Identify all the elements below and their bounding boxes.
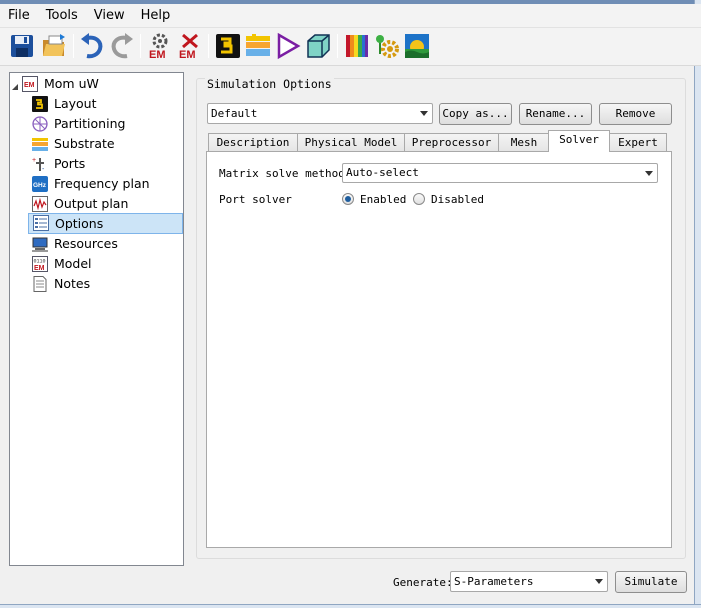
tree-item-label: Notes	[54, 276, 91, 291]
tree-item-label: Resources	[54, 236, 118, 251]
tree-item-options[interactable]: Options	[28, 213, 183, 234]
copy-as-button[interactable]: Copy as...	[439, 103, 512, 125]
layout-tool-icon[interactable]	[214, 32, 242, 60]
save-icon[interactable]	[8, 32, 36, 60]
redo-icon[interactable]	[108, 32, 136, 60]
gear-plant-icon[interactable]	[373, 32, 401, 60]
project-tree: EM Mom uW Layout Partitioning Substrate …	[9, 72, 184, 566]
em-settings-icon[interactable]: EM	[146, 32, 174, 60]
options-icon	[33, 215, 49, 231]
tab-expert[interactable]: Expert	[609, 133, 667, 152]
svg-text:EM: EM	[24, 82, 35, 89]
svg-text:-: -	[42, 166, 45, 172]
tree-root-label: Mom uW	[44, 76, 99, 91]
svg-text:EM: EM	[179, 49, 196, 60]
substrate-icon	[32, 136, 48, 152]
open-icon[interactable]	[40, 32, 68, 60]
menu-help[interactable]: Help	[133, 4, 179, 28]
tree-item-notes[interactable]: Notes	[32, 274, 182, 294]
radio-selected-dot	[345, 196, 351, 202]
matrix-solve-label: Matrix solve method	[219, 167, 345, 180]
model-icon: 0110 EM	[32, 256, 48, 272]
svg-text:+: +	[32, 157, 36, 164]
generate-label: Generate:	[393, 576, 453, 589]
port-solver-enabled-label[interactable]: Enabled	[360, 193, 406, 206]
tree-item-label: Model	[54, 256, 92, 271]
svg-text:0110: 0110	[34, 259, 46, 265]
window-right-border	[694, 0, 701, 608]
menu-bar: File Tools View Help	[0, 4, 701, 28]
profile-select[interactable]: Default	[207, 103, 433, 124]
substrate-tool-icon[interactable]	[244, 32, 272, 60]
layout-icon	[32, 96, 48, 112]
port-tool-icon[interactable]	[274, 32, 302, 60]
tree-item-output-plan[interactable]: Output plan	[32, 194, 182, 214]
svg-text:EM: EM	[34, 265, 45, 272]
generate-select-value: S-Parameters	[454, 575, 534, 588]
chevron-down-icon	[420, 111, 428, 116]
tree-item-resources[interactable]: Resources	[32, 234, 182, 254]
spectrum-icon[interactable]	[343, 32, 371, 60]
tree-item-frequency-plan[interactable]: GHz Frequency plan	[32, 174, 182, 194]
matrix-solve-value: Auto-select	[346, 166, 419, 179]
tree-root-mom-uw[interactable]: EM Mom uW	[22, 74, 182, 94]
tree-item-label: Ports	[54, 156, 86, 171]
rename-button[interactable]: Rename...	[519, 103, 592, 125]
em-clear-icon[interactable]: EM	[176, 32, 204, 60]
port-solver-disabled-label[interactable]: Disabled	[431, 193, 484, 206]
output-plan-icon	[32, 196, 48, 212]
toolbar: EM EM	[0, 28, 701, 66]
tree-item-substrate[interactable]: Substrate	[32, 134, 182, 154]
tree-item-label: Layout	[54, 96, 97, 111]
tab-mesh[interactable]: Mesh	[498, 133, 550, 152]
tree-item-label: Output plan	[54, 196, 129, 211]
tree-item-ports[interactable]: + - Ports	[32, 154, 182, 174]
sunrise-icon[interactable]	[403, 32, 431, 60]
em-project-icon: EM	[22, 76, 38, 92]
partitioning-icon	[32, 116, 48, 132]
tree-expander-icon[interactable]	[12, 80, 19, 90]
tree-item-label: Options	[55, 216, 104, 231]
tree-item-partitioning[interactable]: Partitioning	[32, 114, 182, 134]
svg-text:GHz: GHz	[33, 182, 47, 189]
menu-file[interactable]: File	[0, 4, 38, 28]
tree-item-label: Substrate	[54, 136, 115, 151]
undo-icon[interactable]	[78, 32, 106, 60]
port-solver-disabled-radio[interactable]	[413, 193, 425, 205]
profile-select-value: Default	[211, 107, 258, 120]
box-3d-icon[interactable]	[304, 32, 332, 60]
tab-preprocessor[interactable]: Preprocessor	[404, 133, 499, 152]
chevron-down-icon	[645, 171, 653, 176]
tab-solver[interactable]: Solver	[548, 130, 610, 152]
tree-item-model[interactable]: 0110 EM Model	[32, 254, 182, 274]
ghz-icon: GHz	[32, 176, 48, 192]
matrix-solve-select[interactable]: Auto-select	[342, 163, 658, 183]
tree-item-label: Frequency plan	[54, 176, 150, 191]
simulate-button[interactable]: Simulate	[615, 571, 687, 593]
svg-text:EM: EM	[149, 49, 166, 60]
menu-tools[interactable]: Tools	[38, 4, 86, 28]
tab-physical-model[interactable]: Physical Model	[297, 133, 405, 152]
window-bottom-border	[0, 604, 701, 608]
chevron-down-icon	[595, 579, 603, 584]
resources-icon	[32, 236, 48, 252]
tree-item-layout[interactable]: Layout	[32, 94, 182, 114]
tree-item-label: Partitioning	[54, 116, 126, 131]
remove-button[interactable]: Remove	[599, 103, 672, 125]
tab-description[interactable]: Description	[208, 133, 298, 152]
ports-icon: + -	[32, 156, 48, 173]
solver-panel: Matrix solve method Auto-select Port sol…	[206, 151, 672, 548]
notes-icon	[32, 276, 48, 292]
port-solver-enabled-radio[interactable]	[342, 193, 354, 205]
generate-select[interactable]: S-Parameters	[450, 571, 608, 592]
port-solver-label: Port solver	[219, 193, 292, 206]
group-title: Simulation Options	[205, 77, 334, 91]
menu-view[interactable]: View	[86, 4, 133, 28]
